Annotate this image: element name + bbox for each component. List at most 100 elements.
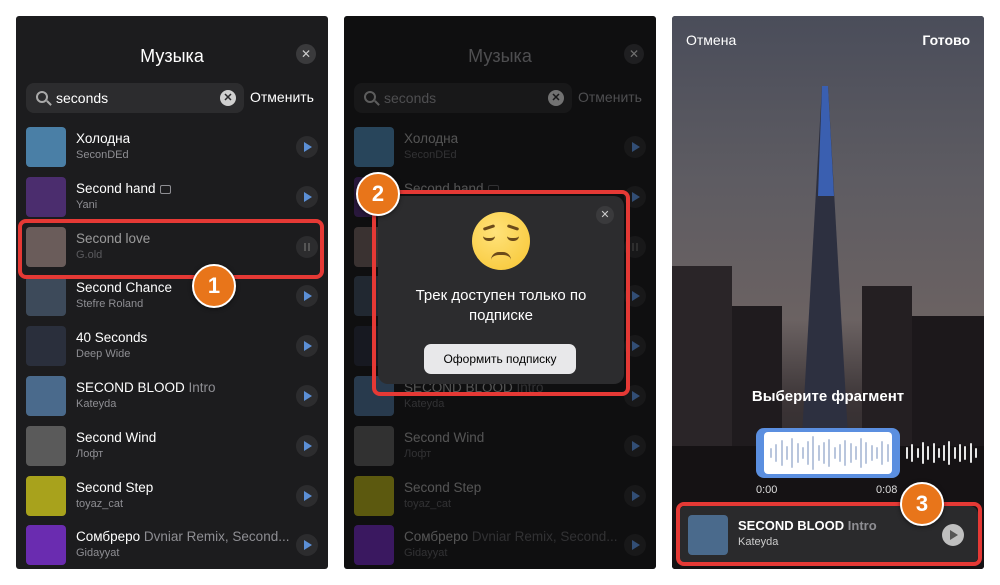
list-item[interactable]: Second Wind Лофт	[16, 424, 328, 474]
waveform-bar	[828, 439, 831, 467]
waveform-selector[interactable]	[756, 428, 900, 478]
cancel-button[interactable]: Отменить	[250, 89, 314, 105]
waveform-bar	[770, 448, 772, 458]
close-icon[interactable]: ✕	[296, 44, 316, 64]
waveform-bar	[823, 442, 825, 464]
waveform-bar	[881, 441, 884, 465]
pick-fragment-label: Выберите фрагмент	[751, 388, 905, 405]
track-cover	[26, 176, 66, 217]
background-photo	[672, 16, 984, 569]
track-artist: Stefre Roland	[76, 298, 144, 311]
waveform-bar	[785, 446, 788, 460]
track-artist: SeconDEd	[76, 149, 129, 161]
play-icon[interactable]	[296, 285, 318, 308]
list-item[interactable]: Холодна SeconDEd	[16, 125, 328, 175]
track-cover	[26, 475, 66, 516]
subscription-popup-screen: Музыка ✕ seconds ✕ Отменить Холодна Secon…	[344, 16, 656, 569]
track-artist: Deep Wide	[76, 348, 131, 361]
waveform-bar	[860, 438, 863, 468]
waveform-bar	[974, 448, 977, 458]
waveform-bar	[807, 441, 810, 465]
step-marker: 2	[356, 172, 400, 216]
waveform-bar	[959, 444, 961, 462]
highlight-frame	[372, 190, 630, 396]
waveform-bar	[964, 446, 967, 460]
waveform-bar	[932, 443, 935, 463]
list-item[interactable]: Сомбреро Dvniar Remix, Second... Gidayyat	[16, 523, 328, 569]
waveform-bar	[953, 447, 956, 459]
waveform-bar	[796, 443, 799, 463]
waveform-bar	[801, 447, 804, 459]
waveform-bar	[969, 443, 972, 463]
waveform-bar	[876, 447, 878, 459]
track-cover	[26, 425, 66, 466]
waveform-bar	[844, 440, 847, 466]
waveform-bar	[865, 442, 868, 464]
play-icon[interactable]	[296, 534, 318, 557]
track-cover	[26, 127, 66, 167]
cancel-button[interactable]: Отмена	[686, 32, 736, 48]
track-artist: Yani	[76, 198, 98, 211]
waveform-bar	[838, 444, 841, 462]
play-icon[interactable]	[296, 185, 318, 208]
track-title: Холодна	[76, 131, 131, 146]
track-artist: Kateyda	[76, 398, 117, 410]
music-search-screen: Музыка ✕ seconds ✕ Отменить Холодна Secon…	[16, 16, 328, 569]
waveform-bar	[833, 447, 836, 459]
track-cover	[26, 525, 66, 566]
waveform-bar	[780, 440, 783, 466]
explicit-icon	[159, 184, 171, 194]
waveform-bar	[849, 443, 852, 463]
track-cover	[26, 276, 66, 317]
highlight-frame	[18, 219, 324, 279]
waveform-bar	[870, 445, 873, 461]
fragment-editor-screen: Отмена Готово Выберите фрагмент 0:00 0:0…	[672, 16, 984, 569]
search-value: seconds	[56, 90, 109, 106]
track-artist: Gidayyat	[76, 547, 120, 560]
waveform-bar	[916, 448, 919, 458]
waveform-bar	[937, 448, 940, 458]
waveform-bar	[906, 447, 908, 459]
track-title: Second hand	[76, 181, 171, 196]
waveform-bar	[812, 436, 815, 470]
play-icon[interactable]	[296, 484, 318, 507]
step-marker: 3	[900, 482, 944, 526]
track-title: Сомбреро Dvniar Remix, Second...	[76, 529, 290, 545]
header: Музыка ✕	[16, 16, 328, 86]
track-artist: toyaz_cat	[76, 497, 124, 510]
play-icon[interactable]	[296, 434, 318, 457]
play-icon[interactable]	[296, 385, 318, 407]
waveform-bar	[854, 446, 857, 460]
track-artist: Лофт	[76, 447, 104, 460]
list-item[interactable]: Second Chance Stefre Roland	[16, 274, 328, 324]
list-item[interactable]: Second Step toyaz_cat	[16, 474, 328, 524]
time-start: 0:00	[756, 484, 778, 496]
list-item[interactable]: 40 Seconds Deep Wide	[16, 324, 328, 374]
track-title: Second Step	[76, 479, 154, 495]
list-item[interactable]: SECOND BLOOD Intro Kateyda	[16, 374, 328, 424]
play-icon[interactable]	[296, 136, 318, 158]
step-marker: 1	[192, 264, 236, 308]
waveform-bar	[791, 438, 794, 468]
waveform-bar	[921, 442, 924, 464]
time-end: 0:08	[876, 484, 898, 496]
track-title: Second Wind	[76, 429, 157, 445]
search-icon	[36, 91, 48, 103]
list-item[interactable]: Second hand Yani	[16, 175, 328, 225]
waveform-bar	[775, 444, 778, 462]
done-button[interactable]: Готово	[922, 32, 970, 48]
waveform-bar	[927, 446, 930, 460]
waveform-bar	[817, 445, 820, 461]
clear-icon[interactable]: ✕	[220, 90, 236, 106]
waveform-bar	[886, 444, 889, 462]
waveform-bar	[911, 444, 914, 462]
waveform-bar	[943, 445, 946, 461]
track-title: Second Chance	[76, 280, 173, 296]
track-cover	[26, 326, 66, 367]
page-title: Музыка	[140, 46, 204, 66]
track-title: 40 Seconds	[76, 330, 148, 346]
search-input[interactable]: seconds ✕	[26, 83, 244, 113]
track-cover	[26, 376, 66, 416]
track-title: SECOND BLOOD Intro	[76, 380, 216, 395]
play-icon[interactable]	[296, 335, 318, 358]
